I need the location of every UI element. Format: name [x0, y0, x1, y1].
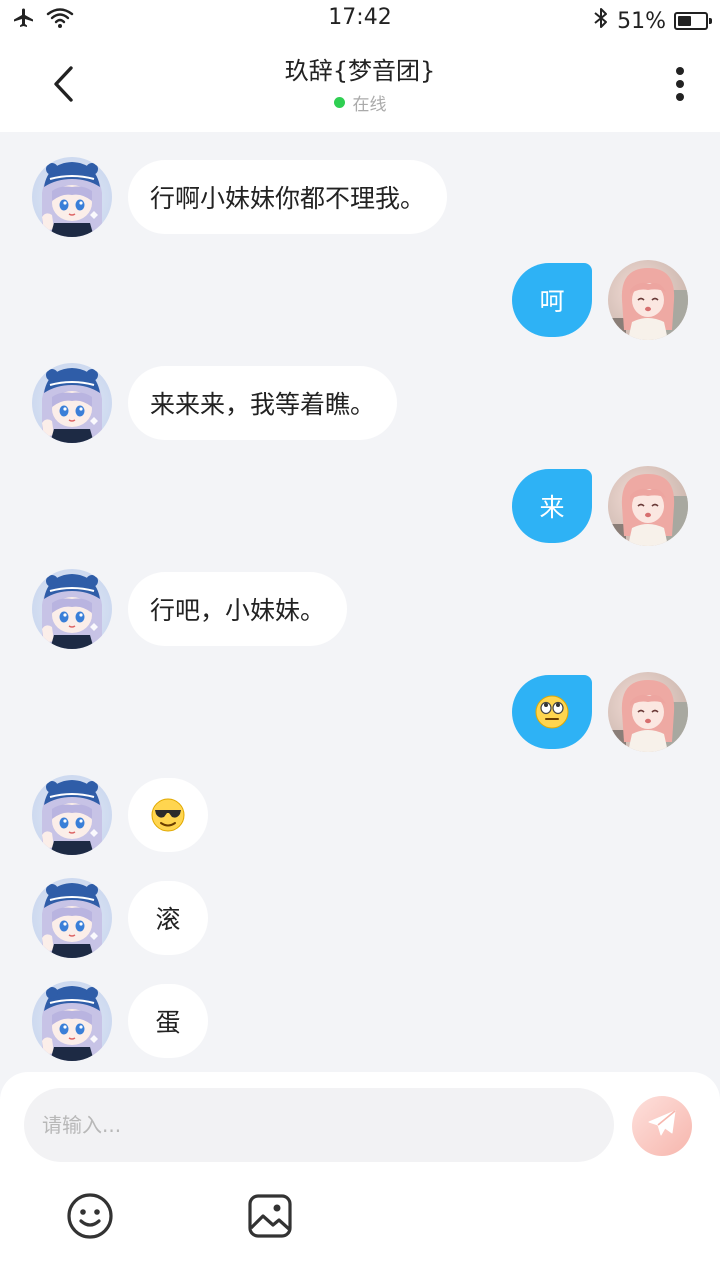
incoming-message-bubble[interactable]: 滚 — [128, 881, 208, 955]
outgoing-message-bubble[interactable]: 来 — [512, 469, 592, 543]
contact-avatar[interactable] — [32, 878, 112, 958]
contact-name: 玖辞{梦音团} — [284, 57, 436, 85]
contact-avatar[interactable] — [32, 569, 112, 649]
self-avatar[interactable] — [608, 260, 688, 340]
message-row: 滚 — [0, 878, 720, 958]
contact-avatar[interactable] — [32, 981, 112, 1061]
incoming-message-bubble[interactable]: 行吧，小妹妹。 — [128, 572, 348, 646]
message-input[interactable] — [24, 1088, 614, 1162]
message-row — [0, 775, 720, 855]
chat-title-block: 玖辞{梦音团} 在线 — [160, 54, 560, 115]
more-options-button[interactable] — [662, 60, 698, 112]
chevron-left-icon — [51, 65, 77, 107]
outgoing-message-bubble[interactable]: 呵 — [512, 263, 592, 337]
image-icon — [246, 1192, 294, 1244]
message-composer — [0, 1072, 720, 1280]
self-avatar[interactable] — [608, 672, 688, 752]
incoming-message-bubble[interactable]: 行啊小妹妹你都不理我。 — [128, 160, 448, 234]
contact-avatar[interactable] — [32, 363, 112, 443]
send-button[interactable] — [632, 1096, 692, 1156]
message-row: 来来来，我等着瞧。 — [0, 363, 720, 443]
presence-status: 在线 — [352, 95, 387, 115]
status-right-icons: 51% — [593, 6, 712, 36]
emoji-picker-button[interactable] — [66, 1192, 114, 1244]
incoming-message-bubble[interactable]: 来来来，我等着瞧。 — [128, 366, 398, 440]
message-row: 呵 — [0, 260, 720, 340]
message-row — [0, 672, 720, 752]
battery-level — [678, 16, 691, 26]
chat-header: 玖辞{梦音团} 在线 — [0, 38, 720, 132]
message-row: 行吧，小妹妹。 — [0, 569, 720, 649]
bluetooth-icon — [593, 6, 609, 36]
contact-avatar[interactable] — [32, 157, 112, 237]
incoming-message-bubble[interactable] — [128, 778, 208, 852]
online-dot-icon — [333, 97, 345, 108]
outgoing-message-bubble[interactable] — [512, 675, 592, 749]
battery-percent: 51% — [617, 8, 666, 34]
sunglasses-emoji-icon — [150, 797, 186, 833]
back-button[interactable] — [40, 62, 88, 110]
status-bar: 17:42 51% — [0, 0, 720, 38]
incoming-message-bubble[interactable]: 蛋 — [128, 984, 208, 1058]
send-paper-plane-icon — [646, 1108, 678, 1144]
message-list[interactable]: 行啊小妹妹你都不理我。 呵 来来来，我等着瞧。 来 行吧，小妹妹。 滚 蛋 — [0, 132, 720, 1072]
presence-indicator: 在线 — [333, 90, 387, 115]
message-row: 来 — [0, 466, 720, 546]
message-row: 蛋 — [0, 981, 720, 1061]
smiley-icon — [66, 1192, 114, 1244]
battery-icon — [674, 12, 712, 30]
eye-roll-emoji-icon — [534, 694, 570, 730]
self-avatar[interactable] — [608, 466, 688, 546]
image-picker-button[interactable] — [246, 1194, 294, 1242]
more-vertical-icon — [675, 66, 685, 106]
contact-avatar[interactable] — [32, 775, 112, 855]
message-row: 行啊小妹妹你都不理我。 — [0, 157, 720, 237]
